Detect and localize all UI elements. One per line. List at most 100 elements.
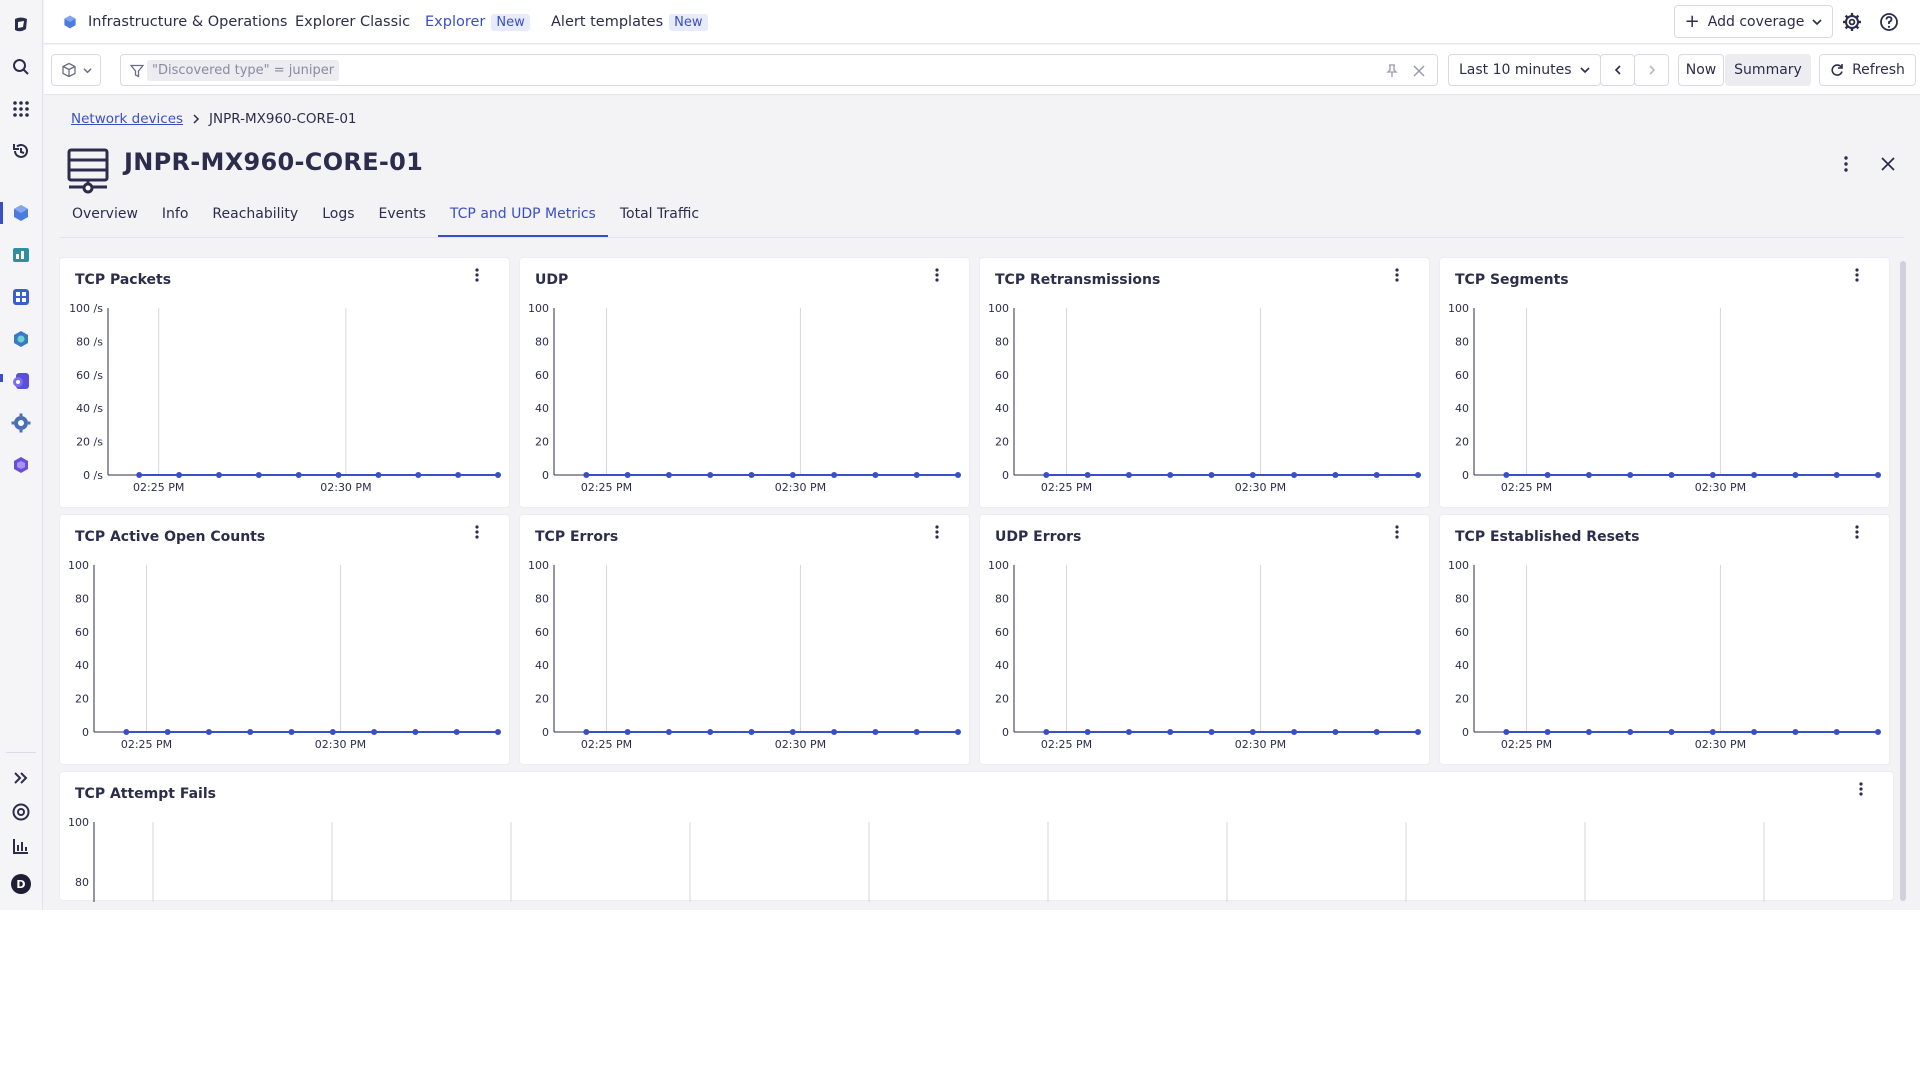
data-point <box>1833 472 1840 478</box>
y-tick-label: 40 /s <box>76 402 103 415</box>
data-point <box>1125 729 1132 735</box>
cube-icon <box>61 62 76 78</box>
help-icon[interactable] <box>6 797 36 827</box>
pin-icon[interactable] <box>1384 63 1400 79</box>
nav-explorer-classic[interactable]: Explorer Classic <box>295 0 410 44</box>
now-button[interactable]: Now <box>1678 54 1724 86</box>
tab-reachability[interactable]: Reachability <box>200 206 310 237</box>
y-tick-label: 80 <box>75 876 89 889</box>
tab-overview[interactable]: Overview <box>60 206 150 237</box>
data-point <box>748 729 755 735</box>
data-point <box>1043 729 1050 735</box>
data-point <box>789 472 796 478</box>
scrollbar[interactable] <box>1900 261 1906 901</box>
user-avatar-icon[interactable]: D <box>6 869 36 899</box>
data-point <box>1544 472 1551 478</box>
data-point <box>255 472 262 478</box>
data-point <box>913 729 920 735</box>
y-tick-label: 60 <box>995 626 1009 639</box>
y-tick-label: 80 <box>1455 592 1469 605</box>
tab-tcp-and-udp-metrics[interactable]: TCP and UDP Metrics <box>437 206 608 237</box>
breadcrumb-network-devices-link[interactable]: Network devices <box>71 111 183 127</box>
timeframe-selector[interactable]: Last 10 minutes <box>1448 54 1601 86</box>
y-tick-label: 60 <box>535 626 549 639</box>
breadcrumb-current: JNPR-MX960-CORE-01 <box>209 111 357 127</box>
data-point <box>1125 472 1132 478</box>
tab-info[interactable]: Info <box>150 206 201 237</box>
nav-alert-templates[interactable]: Alert templates New <box>551 0 708 44</box>
summary-button[interactable]: Summary <box>1725 54 1811 86</box>
nav-explorer[interactable]: Explorer New <box>425 0 530 44</box>
segment-selector[interactable] <box>51 54 101 86</box>
data-point <box>872 729 879 735</box>
y-tick-label: 40 <box>75 659 89 672</box>
notification-indicator <box>0 374 3 382</box>
chevron-down-icon <box>1812 18 1822 25</box>
chart-plot: 0 /s 20 /s 40 /s 60 /s 80 /s 100 /s 02:25 PM 02… <box>69 302 501 494</box>
hub-app-icon[interactable] <box>6 450 36 480</box>
synthetic-app-icon[interactable] <box>6 366 36 396</box>
apps-grid-icon[interactable] <box>6 94 36 124</box>
settings-app-icon[interactable] <box>6 408 36 438</box>
more-options-icon[interactable] <box>1834 152 1858 176</box>
data-point <box>1709 729 1716 735</box>
expand-icon[interactable] <box>6 763 36 793</box>
data-point <box>1084 729 1091 735</box>
chevron-down-icon <box>1580 67 1590 74</box>
notebooks-app-icon[interactable] <box>6 282 36 312</box>
add-coverage-button[interactable]: + Add coverage <box>1674 5 1833 38</box>
analytics-icon[interactable] <box>6 831 36 861</box>
tab-logs[interactable]: Logs <box>310 206 366 237</box>
y-tick-label: 40 <box>1455 659 1469 672</box>
help-icon[interactable] <box>1878 11 1900 33</box>
x-tick-label: 02:25 PM <box>581 738 632 751</box>
y-tick-label: 100 <box>528 559 549 572</box>
chart-card-tcp-attempt-fails: TCP Attempt Fails 80 100 <box>59 771 1894 902</box>
data-point <box>371 729 378 735</box>
search-icon[interactable] <box>6 52 36 82</box>
y-tick-label: 40 <box>995 402 1009 415</box>
dashboards-app-icon[interactable] <box>6 240 36 270</box>
chart-card-tcp-errors: TCP Errors 0 20 40 60 80 100 02:25 PM 02:30 PM <box>519 514 970 765</box>
infrastructure-app-icon[interactable] <box>6 198 36 228</box>
y-tick-label: 20 <box>1455 436 1469 449</box>
refresh-button[interactable]: Refresh <box>1819 54 1916 86</box>
chart-card-tcp-packets: TCP Packets 0 /s 20 /s 40 /s 60 /s 80 /s 100 /… <box>59 257 510 508</box>
x-tick-label: 02:25 PM <box>1501 481 1552 494</box>
x-tick-label: 02:25 PM <box>1041 738 1092 751</box>
close-icon[interactable] <box>1876 152 1900 176</box>
next-timeframe-button[interactable] <box>1634 54 1669 86</box>
x-tick-label: 02:25 PM <box>121 738 172 751</box>
filter-chip[interactable]: "Discovered type" = juniper <box>147 60 340 81</box>
previous-timeframe-button[interactable] <box>1600 54 1635 86</box>
filter-bar: "Discovered type" = juniper Last 10 minu… <box>44 45 1920 95</box>
clear-icon[interactable] <box>1412 64 1426 78</box>
data-point <box>329 729 336 735</box>
kubernetes-app-icon[interactable] <box>6 324 36 354</box>
y-tick-label: 40 <box>995 659 1009 672</box>
y-tick-label: 100 <box>988 559 1009 572</box>
tab-total-traffic[interactable]: Total Traffic <box>608 206 711 237</box>
y-tick-label: 100 <box>1448 302 1469 315</box>
history-icon[interactable] <box>6 136 36 166</box>
filter-field[interactable]: "Discovered type" = juniper <box>120 54 1438 86</box>
gear-icon[interactable] <box>1841 11 1863 33</box>
y-tick-label: 100 <box>988 302 1009 315</box>
data-point <box>583 729 590 735</box>
plot-area: 0 20 40 60 80 100 02:25 PM 02:30 PM <box>528 302 961 494</box>
detail-tabs: Overview Info Reachability Logs Events T… <box>60 206 711 237</box>
data-point <box>583 472 590 478</box>
app-title[interactable]: Infrastructure & Operations <box>88 0 287 44</box>
chart-plot: 0 20 40 60 80 100 02:25 PM 02:30 PM <box>1448 302 1881 494</box>
dynatrace-logo-icon[interactable] <box>6 10 36 40</box>
plot-area: 0 20 40 60 80 100 02:25 PM 02:30 PM <box>988 302 1421 494</box>
tabs-divider <box>60 237 1904 238</box>
plot-area: 0 /s 20 /s 40 /s 60 /s 80 /s 100 /s 02:25 PM 02… <box>69 302 501 494</box>
infrastructure-app-icon <box>62 14 78 34</box>
data-point <box>1249 472 1256 478</box>
data-point <box>247 729 254 735</box>
y-tick-label: 80 <box>75 592 89 605</box>
data-point <box>495 472 501 478</box>
tab-events[interactable]: Events <box>367 206 438 237</box>
data-point <box>872 472 879 478</box>
